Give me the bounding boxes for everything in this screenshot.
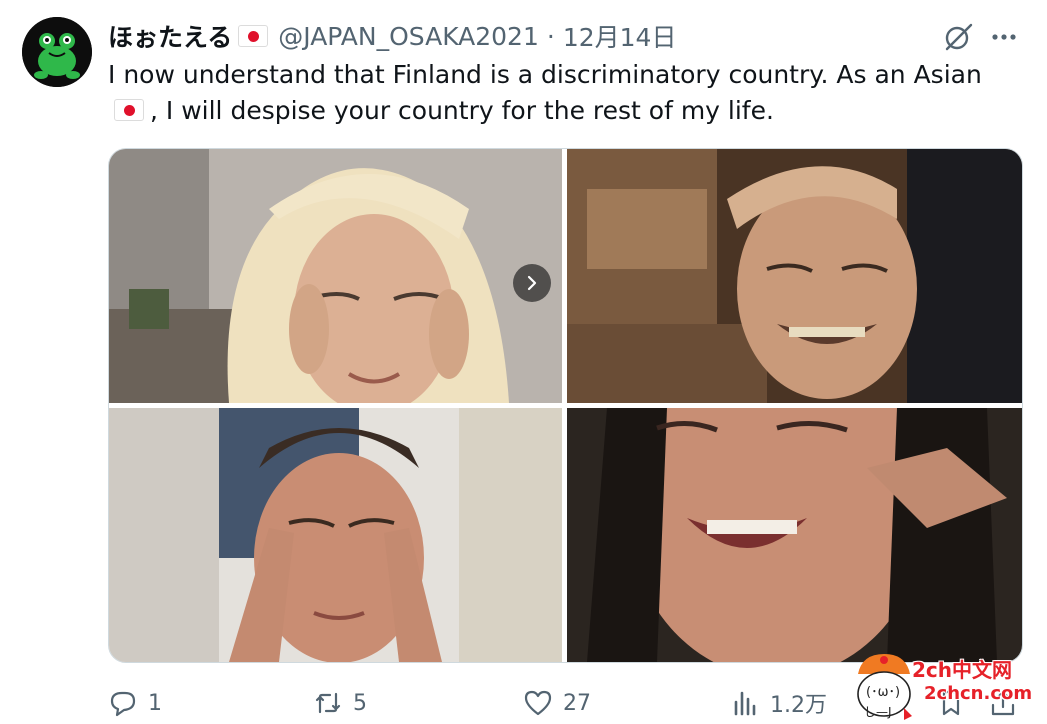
like-count: 27 (563, 690, 591, 716)
green-frog-avatar-icon (22, 17, 92, 87)
svg-text:(･ω･): (･ω･) (866, 685, 900, 700)
tweet-text-part2: , I will despise your country for the re… (150, 96, 774, 125)
japan-flag-icon (114, 99, 144, 121)
header-separator: · (546, 21, 555, 51)
analytics-icon (734, 691, 756, 716)
photo-man-fingers-pulling-eyes-icon[interactable] (109, 408, 562, 662)
like-button[interactable]: 27 (523, 683, 591, 723)
photo-blonde-woman-pulling-eyes-icon[interactable] (109, 149, 562, 403)
photo-woman-fingers-pulling-eyes-smiling-icon[interactable] (567, 408, 1022, 662)
heart-icon (524, 690, 552, 716)
watermark: (･ω･) し—J 2ch中文网 2chcn.com (852, 650, 1033, 722)
views-button[interactable]: 1.2万 (730, 683, 827, 723)
watermark-site-name: 2ch中文网 (912, 658, 1013, 682)
chevron-right-icon (527, 275, 537, 291)
author-display-name[interactable]: ほぉたえる (108, 18, 232, 54)
tweet-text: I now understand that Finland is a discr… (108, 57, 1023, 129)
author-avatar[interactable] (22, 17, 92, 87)
reply-button[interactable]: 1 (108, 683, 162, 723)
photo-man-hand-on-forehead-grinning-icon[interactable] (567, 149, 1022, 403)
reply-count: 1 (148, 690, 162, 716)
grok-icon[interactable] (941, 20, 975, 54)
watermark-face-icon: (･ω･) し—J (857, 654, 912, 720)
retweet-icon (315, 692, 341, 714)
tweet-text-part1: I now understand that Finland is a discr… (108, 60, 982, 89)
views-count: 1.2万 (770, 693, 827, 718)
svg-text:し—J: し—J (864, 705, 892, 719)
reply-icon (110, 691, 136, 717)
japan-flag-icon (238, 25, 269, 47)
retweet-button[interactable]: 5 (313, 683, 367, 723)
tweet-date[interactable]: 12月14日 (563, 18, 677, 54)
next-image-button[interactable] (513, 264, 551, 302)
author-handle[interactable]: @JAPAN_OSAKA2021 (278, 22, 539, 51)
media-grid (108, 148, 1023, 663)
retweet-count: 5 (353, 690, 367, 716)
watermark-url: 2chcn.com (924, 683, 1033, 704)
tweet-header: ほぉたえる @JAPAN_OSAKA2021 · 12月14日 (108, 18, 676, 54)
more-options-icon[interactable] (987, 20, 1021, 54)
